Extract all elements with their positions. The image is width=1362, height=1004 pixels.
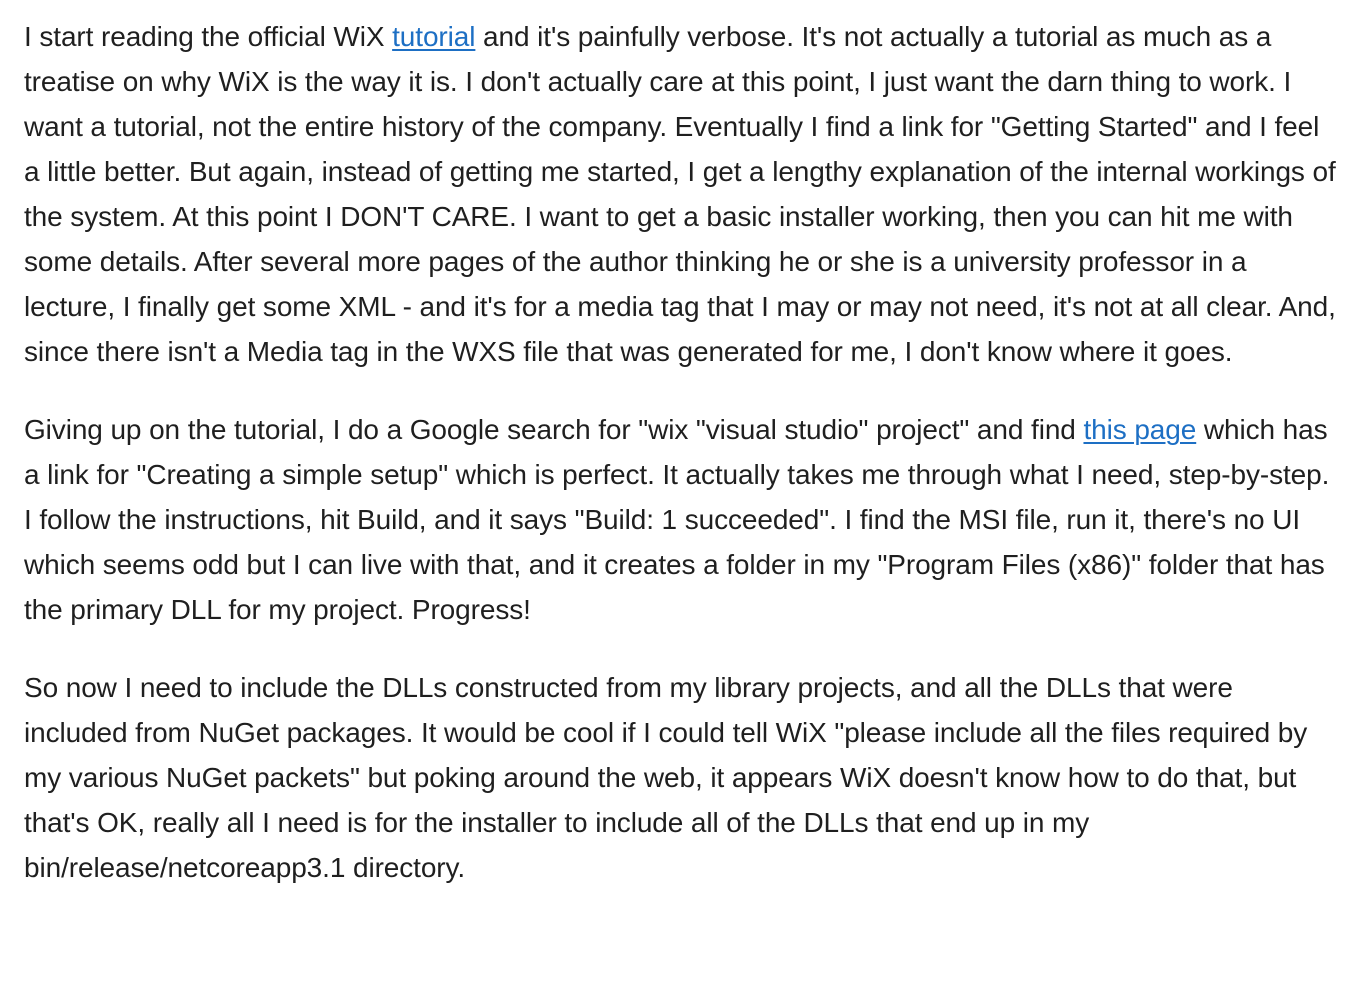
- article-body: I start reading the official WiX tutoria…: [0, 0, 1362, 890]
- this-page-link[interactable]: this page: [1083, 414, 1196, 445]
- paragraph-2-text-after: which has a link for "Creating a simple …: [24, 414, 1330, 625]
- tutorial-link[interactable]: tutorial: [392, 21, 475, 52]
- paragraph-include-dlls: So now I need to include the DLLs constr…: [24, 672, 1308, 883]
- paragraph-1-text-before: I start reading the official WiX: [24, 21, 393, 52]
- paragraph-2-text-before: Giving up on the tutorial, I do a Google…: [24, 414, 1084, 445]
- paragraph-google-search: Giving up on the tutorial, I do a Google…: [24, 407, 1338, 632]
- paragraph-tutorial: I start reading the official WiX tutoria…: [24, 14, 1338, 374]
- paragraph-1-text-after: and it's painfully verbose. It's not act…: [24, 21, 1336, 367]
